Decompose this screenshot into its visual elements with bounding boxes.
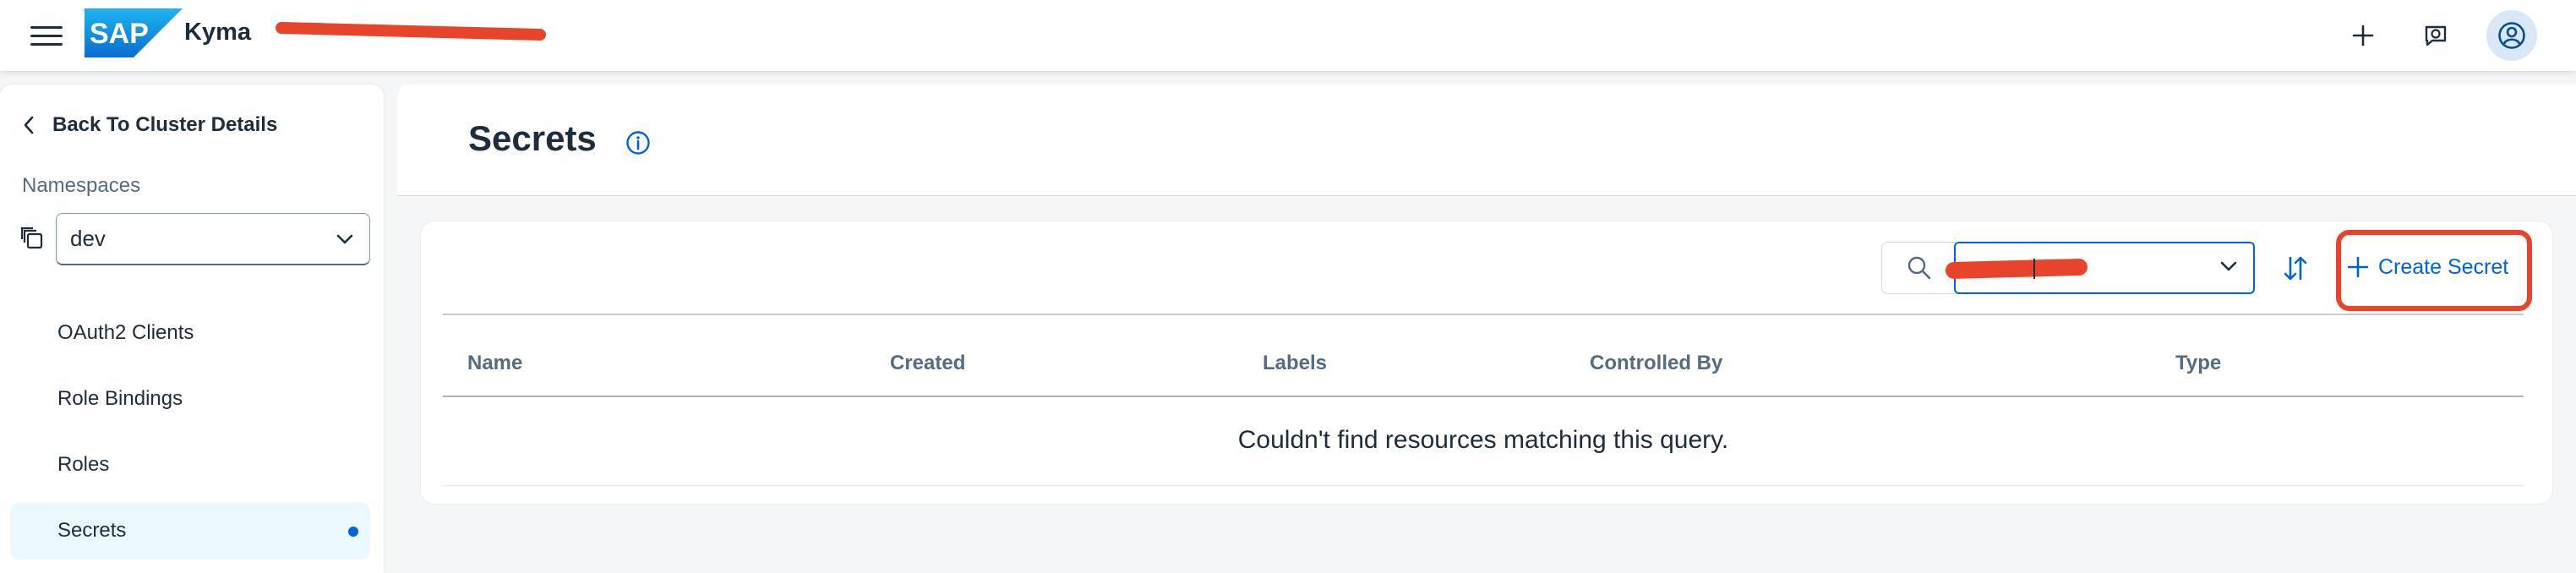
- namespace-copy-icon: [20, 226, 43, 249]
- namespace-value: dev: [70, 226, 106, 251]
- search-icon: [1907, 256, 1930, 280]
- chevron-down-icon[interactable]: [2219, 260, 2238, 272]
- sidebar-item-oauth2-clients[interactable]: OAuth2 Clients: [10, 304, 370, 362]
- user-avatar-icon[interactable]: [2486, 10, 2537, 61]
- sap-logo-text: SAP: [90, 18, 149, 50]
- text-cursor: [2033, 259, 2035, 279]
- column-header-type[interactable]: Type: [2175, 352, 2221, 375]
- product-name: Kyma: [184, 19, 251, 46]
- sap-logo[interactable]: SAP: [85, 8, 183, 57]
- sidebar-item-secrets[interactable]: Secrets: [10, 502, 370, 559]
- search-value-redacted: [1945, 258, 2088, 280]
- chevron-down-icon: [336, 234, 353, 243]
- table-row-divider: [443, 485, 2524, 486]
- column-header-controlled-by[interactable]: Controlled By: [1590, 352, 1722, 375]
- search-button[interactable]: [1881, 242, 1956, 294]
- column-header-labels[interactable]: Labels: [1263, 352, 1327, 375]
- sidebar-item-roles[interactable]: Roles: [10, 436, 370, 494]
- sidebar-item-label: OAuth2 Clients: [57, 321, 194, 344]
- add-icon: [2347, 256, 2369, 278]
- column-header-created[interactable]: Created: [890, 352, 965, 375]
- search-input[interactable]: [1945, 242, 2255, 294]
- page-header: [397, 85, 2576, 196]
- table-header-divider: [443, 396, 2524, 397]
- page-title: Secrets: [468, 118, 597, 158]
- create-secret-button[interactable]: Create Secret: [2346, 245, 2524, 289]
- namespace-select[interactable]: dev: [56, 213, 370, 265]
- add-icon[interactable]: [2341, 14, 2385, 57]
- menu-icon[interactable]: [30, 20, 63, 51]
- namespaces-label: Namespaces: [22, 174, 141, 197]
- column-header-name[interactable]: Name: [467, 352, 522, 375]
- divider: [443, 314, 2524, 315]
- sidebar-item-label: Role Bindings: [57, 387, 183, 410]
- sort-button[interactable]: [2275, 248, 2316, 289]
- feedback-icon[interactable]: [2414, 14, 2458, 57]
- back-link-label: Back To Cluster Details: [52, 113, 278, 136]
- sidebar-item-label: Roles: [57, 453, 110, 476]
- chevron-left-icon: [24, 116, 34, 134]
- selected-indicator: [348, 527, 358, 537]
- sidebar-item-label: Secrets: [57, 519, 127, 542]
- back-to-cluster-link[interactable]: Back To Cluster Details: [22, 113, 277, 137]
- shell-bar: SAP Kyma: [0, 0, 2576, 71]
- create-secret-label: Create Secret: [2378, 254, 2509, 279]
- cluster-name-redacted: [275, 21, 547, 41]
- sort-icon: [2284, 256, 2307, 281]
- sidebar-item-role-bindings[interactable]: Role Bindings: [10, 370, 370, 428]
- info-icon[interactable]: [625, 130, 651, 156]
- empty-table-message: Couldn't find resources matching this qu…: [1237, 426, 1729, 454]
